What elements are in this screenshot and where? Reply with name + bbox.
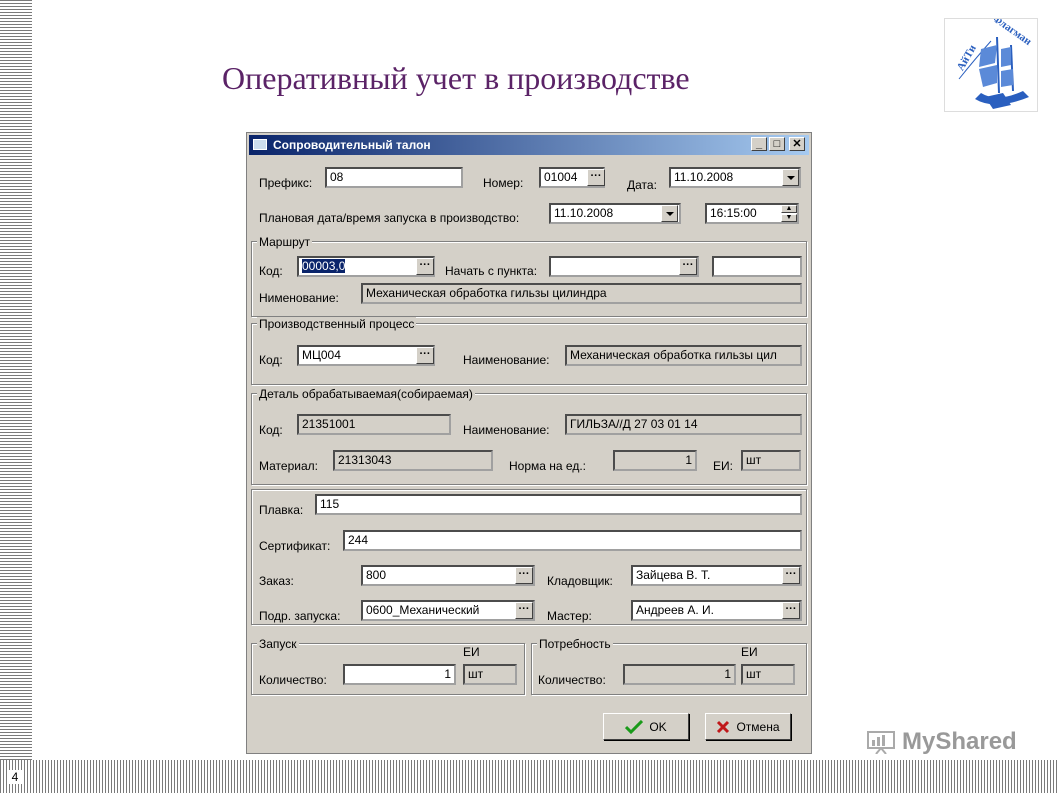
route-code-lookup-button[interactable]: ··· — [416, 258, 434, 275]
launch-dept-lookup-button[interactable]: ··· — [515, 602, 533, 619]
route-code-value: 00003,0 — [302, 259, 346, 273]
process-name-field: Механическая обработка гильзы цил — [565, 345, 802, 366]
planned-launch-label: Плановая дата/время запуска в производст… — [259, 211, 520, 225]
need-group-title: Потребность — [537, 637, 613, 651]
detail-unit-label: ЕИ: — [713, 459, 733, 473]
master-label: Мастер: — [547, 609, 592, 623]
ship-logo-icon: АйТи Флагман — [955, 12, 1034, 109]
spin-down-icon[interactable]: ▼ — [781, 214, 797, 222]
route-code-input[interactable]: 00003,0 — [297, 256, 435, 277]
launch-dept-label: Подр. запуска: — [259, 609, 341, 623]
dialog-accompanying-ticket: Сопроводительный талон _ □ ✕ Префикс: 08… — [246, 132, 812, 754]
cancel-button[interactable]: Отмена — [705, 713, 791, 740]
need-qty-label: Количество: — [538, 673, 606, 687]
detail-name-field: ГИЛЬЗА//Д 27 03 01 14 — [565, 414, 802, 435]
order-label: Заказ: — [259, 574, 294, 588]
process-code-input[interactable]: МЦ004 — [297, 345, 435, 366]
process-group-title: Производственный процесс — [257, 317, 417, 331]
minimize-button[interactable]: _ — [751, 137, 767, 151]
order-input[interactable]: 800 — [361, 565, 535, 586]
storekeeper-lookup-button[interactable]: ··· — [782, 567, 800, 584]
slide-number: 4 — [8, 770, 22, 784]
date-dropdown-button[interactable] — [782, 169, 799, 186]
cancel-button-label: Отмена — [736, 719, 780, 734]
material-label: Материал: — [259, 459, 318, 473]
prefix-label: Префикс: — [259, 176, 313, 190]
launch-qty-input[interactable]: 1 — [343, 664, 456, 685]
detail-code-label: Код: — [259, 423, 283, 437]
certificate-input[interactable]: 244 — [343, 530, 802, 551]
need-unit-field: шт — [741, 664, 795, 685]
norm-label: Норма на ед.: — [509, 459, 586, 473]
master-lookup-button[interactable]: ··· — [782, 602, 800, 619]
process-name-label: Наименование: — [463, 353, 550, 367]
start-point-input[interactable] — [549, 256, 699, 277]
watermark-text: MyShared — [902, 728, 1017, 755]
watermark: MyShared — [866, 728, 1017, 756]
cross-icon — [717, 720, 730, 733]
start-point-lookup-button[interactable]: ··· — [679, 258, 697, 275]
route-group — [251, 241, 807, 317]
decorative-stripes-bottom — [0, 760, 1058, 793]
dialog-title: Сопроводительный талон — [273, 138, 431, 152]
company-logo: АйТи Флагман — [944, 12, 1038, 112]
close-button[interactable]: ✕ — [789, 137, 805, 151]
planned-date-dropdown-button[interactable] — [661, 205, 678, 222]
check-icon — [625, 719, 644, 734]
order-lookup-button[interactable]: ··· — [515, 567, 533, 584]
ok-button[interactable]: OK — [603, 713, 689, 740]
slide-title: Оперативный учет в производстве — [222, 60, 690, 96]
storekeeper-label: Кладовщик: — [547, 574, 613, 588]
process-code-lookup-button[interactable]: ··· — [416, 347, 434, 364]
launch-dept-input[interactable]: 0600_Механический — [361, 600, 535, 621]
prefix-input[interactable]: 08 — [325, 167, 463, 188]
melt-label: Плавка: — [259, 503, 304, 517]
process-code-label: Код: — [259, 353, 283, 367]
detail-code-field: 21351001 — [297, 414, 451, 435]
window-icon — [253, 139, 267, 150]
launch-qty-label: Количество: — [259, 673, 327, 687]
start-point-label: Начать с пункта: — [445, 264, 538, 278]
storekeeper-input[interactable]: Зайцева В. Т. — [631, 565, 802, 586]
material-field: 21313043 — [333, 450, 493, 471]
melt-input[interactable]: 115 — [315, 494, 802, 515]
need-qty-field: 1 — [623, 664, 736, 685]
launch-unit-field: шт — [463, 664, 517, 685]
detail-group-title: Деталь обрабатываемая(собираемая) — [257, 387, 475, 401]
dialog-titlebar: Сопроводительный талон _ □ ✕ — [249, 135, 809, 155]
maximize-button[interactable]: □ — [769, 137, 785, 151]
need-unit-header: ЕИ — [741, 645, 758, 659]
time-spinner[interactable]: ▲ ▼ — [781, 205, 797, 222]
spin-up-icon[interactable]: ▲ — [781, 205, 797, 213]
certificate-label: Сертификат: — [259, 539, 331, 553]
norm-field: 1 — [613, 450, 697, 471]
decorative-stripes-left — [0, 0, 32, 793]
route-code-label: Код: — [259, 264, 283, 278]
presentation-icon — [867, 731, 895, 754]
route-name-label: Нименование: — [259, 291, 339, 305]
route-name-field: Механическая обработка гильзы цилиндра — [361, 283, 802, 304]
launch-group-title: Запуск — [257, 637, 299, 651]
master-input[interactable]: Андреев А. И. — [631, 600, 802, 621]
date-label: Дата: — [627, 178, 657, 192]
detail-unit-field: шт — [741, 450, 801, 471]
ok-button-label: OK — [649, 719, 667, 734]
detail-name-label: Наименование: — [463, 423, 550, 437]
number-lookup-button[interactable]: ··· — [587, 169, 605, 186]
start-point-extra-input[interactable] — [712, 256, 802, 277]
number-label: Номер: — [483, 176, 524, 190]
svg-text:АйТи: АйТи — [955, 42, 980, 73]
launch-unit-header: ЕИ — [463, 645, 480, 659]
route-group-title: Маршрут — [257, 235, 313, 249]
